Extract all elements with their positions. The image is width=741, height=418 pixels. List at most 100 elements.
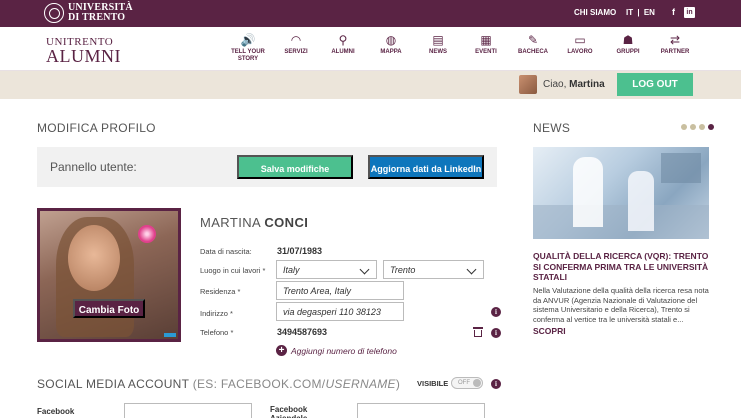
work-city-value: Trento (390, 265, 416, 275)
trash-icon[interactable] (473, 327, 483, 337)
wifi-icon: ◠ (290, 33, 302, 47)
news-headline[interactable]: QUALITÀ DELLA RICERCA (VQR): TRENTO SI C… (533, 251, 713, 283)
news-carousel-dots (678, 124, 714, 130)
nav-item-eventi[interactable]: ▦ EVENTI (464, 33, 508, 56)
news-read-more-link[interactable]: SCOPRI (533, 326, 566, 336)
user-greeting: Ciao, Martina (543, 79, 605, 90)
globe-icon: ◍ (385, 33, 397, 47)
save-changes-button[interactable]: Salva modifiche (237, 155, 353, 179)
nav-item-gruppi[interactable]: ☗ GRUPPI (606, 33, 650, 56)
linkedin-icon[interactable]: in (684, 7, 695, 18)
user-name: Martina (569, 79, 605, 90)
nav-label: GRUPPI (616, 49, 640, 55)
handshake-icon: ⇄ (669, 33, 681, 47)
panel-label: Pannello utente: (50, 160, 137, 174)
greeting-text: Ciao, (543, 79, 567, 90)
news-image[interactable] (533, 147, 709, 239)
social-title-hint: (ES: FACEBOOK.COM/USERNAME) (193, 377, 400, 391)
chat-icon: ▤ (432, 33, 444, 47)
toggle-state-text: OFF (458, 380, 470, 386)
phone-label: Telefono * (200, 328, 234, 337)
carousel-dot[interactable] (699, 124, 705, 130)
toggle-knob (473, 379, 481, 387)
work-country-select[interactable]: Italy (276, 260, 377, 279)
phone-value: 3494587693 (277, 327, 328, 337)
first-name: MARTINA (200, 215, 261, 230)
university-seal-icon (44, 3, 64, 23)
lang-it-link[interactable]: IT (626, 8, 633, 17)
info-icon[interactable]: i (491, 307, 501, 317)
social-hint-prefix: (ES: FACEBOOK.COM/ (192, 377, 326, 391)
carousel-dot[interactable] (681, 124, 687, 130)
carousel-dot[interactable] (690, 124, 696, 130)
social-hint-suffix: ) (395, 377, 401, 391)
group-icon: ☗ (622, 33, 634, 47)
facebook-label: Facebook (37, 407, 75, 416)
nav-label: NEWS (429, 49, 447, 55)
flower-decoration (138, 225, 156, 243)
profile-name: MARTINA CONCI (200, 215, 308, 230)
nav-item-partner[interactable]: ⇄ PARTNER (653, 33, 697, 56)
social-hint-username: USERNAME (325, 377, 396, 391)
change-photo-button[interactable]: Cambia Foto (73, 299, 145, 318)
nav-label: PARTNER (660, 49, 690, 55)
avatar[interactable] (519, 75, 537, 94)
calendar-icon: ▦ (480, 33, 492, 47)
info-icon[interactable]: i (491, 328, 501, 338)
university-name-line2: DI TRENTO (68, 12, 126, 23)
work-city-select[interactable]: Trento (383, 260, 484, 279)
facebook-aziendale-label: Facebook Aziendale (270, 405, 308, 418)
residence-field[interactable]: Trento Area, Italy (276, 281, 404, 300)
profile-photo (37, 208, 181, 342)
nav-item-bacheca[interactable]: ✎ BACHECA (511, 33, 555, 56)
lang-separator: | (637, 8, 640, 17)
news-title: NEWS (533, 121, 571, 135)
address-label: Indirizzo * (200, 309, 233, 318)
language-switcher: IT | EN (626, 8, 655, 17)
address-field[interactable]: via degasperi 110 38123 (276, 302, 404, 321)
photo-indicator (164, 333, 176, 337)
social-title-main: SOCIAL MEDIA ACCOUNT (37, 377, 190, 391)
visible-label: VISIBILE (417, 379, 449, 388)
chevron-down-icon (359, 264, 370, 275)
work-location-label: Luogo in cui lavori * (200, 266, 266, 275)
birth-date-value: 31/07/1983 (277, 246, 323, 256)
residence-label: Residenza * (200, 287, 241, 296)
search-icon: ⚲ (338, 33, 348, 47)
info-icon[interactable]: i (491, 379, 501, 389)
facebook-icon[interactable]: f (668, 7, 679, 18)
birth-date-label: Data di nascita: (200, 247, 252, 256)
work-country-value: Italy (283, 265, 300, 275)
university-logo[interactable]: UNIVERSITÀ DI TRENTO (44, 3, 133, 23)
chevron-down-icon (466, 264, 477, 275)
nav-item-alumni[interactable]: ⚲ ALUMNI (321, 33, 365, 56)
add-phone-link[interactable]: + Aggiungi numero di telefono (276, 345, 397, 356)
nav-item-servizi[interactable]: ◠ SERVIZI (274, 33, 318, 56)
megaphone-icon: 🔊 (240, 33, 256, 47)
chi-siamo-link[interactable]: CHI SIAMO (574, 8, 616, 17)
main-nav: UNITRENTO ALUMNI 🔊 TELL YOUR STORY ◠ SER… (0, 27, 741, 71)
briefcase-icon: ▭ (574, 33, 586, 47)
last-name: CONCI (264, 215, 309, 230)
nav-item-lavoro[interactable]: ▭ LAVORO (558, 33, 602, 56)
user-panel: Pannello utente: Salva modifiche Aggiorn… (37, 147, 497, 187)
lang-en-link[interactable]: EN (644, 8, 655, 17)
facebook-aziendale-input[interactable] (357, 403, 485, 418)
nav-label: EVENTI (475, 49, 497, 55)
facebook-input[interactable] (124, 403, 252, 418)
nav-item-mappa[interactable]: ◍ MAPPA (369, 33, 413, 56)
visible-toggle[interactable]: OFF (451, 377, 483, 389)
plus-icon: + (276, 345, 287, 356)
add-phone-label: Aggiungi numero di telefono (291, 345, 397, 356)
nav-label: SERVIZI (284, 49, 308, 55)
logout-button[interactable]: LOG OUT (617, 73, 693, 96)
nav-label: MAPPA (380, 49, 402, 55)
update-from-linkedin-button[interactable]: Aggiorna dati da LinkedIn (368, 155, 484, 179)
unitrento-alumni-logo[interactable]: UNITRENTO ALUMNI (46, 37, 121, 66)
carousel-dot-active[interactable] (708, 124, 714, 130)
nav-item-news[interactable]: ▤ NEWS (416, 33, 460, 56)
nav-label: BACHECA (518, 49, 548, 55)
nav-label: ALUMNI (331, 49, 355, 55)
nav-item-tell-your-story[interactable]: 🔊 TELL YOUR STORY (226, 33, 270, 63)
top-bar: UNIVERSITÀ DI TRENTO CHI SIAMO IT | EN f… (0, 0, 741, 27)
